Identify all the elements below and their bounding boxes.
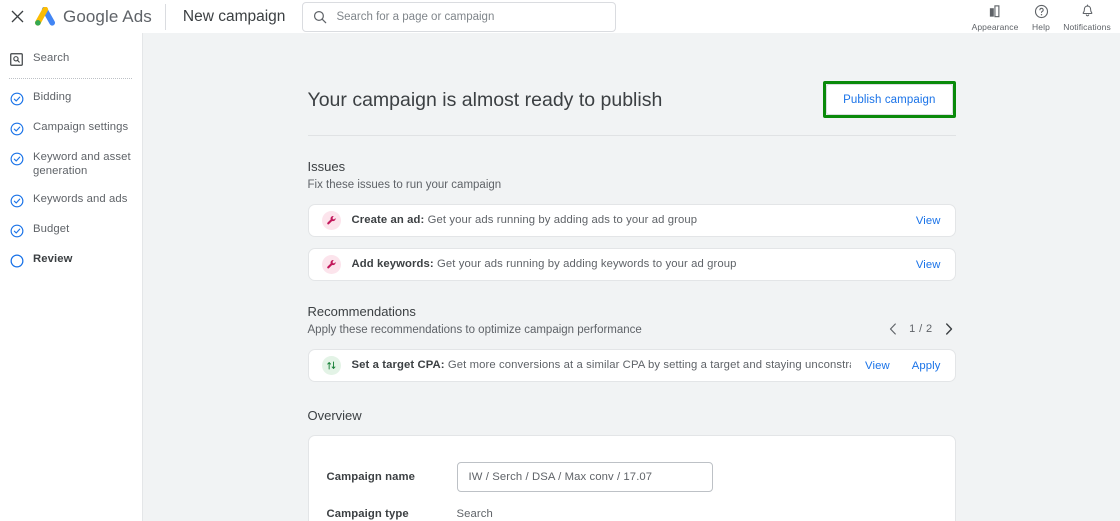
issue-title: Create an ad:: [351, 214, 425, 226]
brand-logo-group[interactable]: Google Ads: [34, 6, 165, 27]
issue-title: Add keywords:: [351, 258, 434, 270]
brand-name: Google Ads: [63, 6, 152, 26]
google-ads-logo-icon: [34, 6, 56, 27]
issue-description: Get your ads running by adding ads to yo…: [427, 214, 698, 226]
top-bar: Google Ads New campaign Appearance: [0, 0, 1120, 33]
sidebar-item-label: Keyword and asset generation: [33, 151, 131, 177]
close-button[interactable]: [0, 0, 34, 33]
issue-card-create-an-ad[interactable]: Create an ad: Get your ads running by ad…: [307, 204, 956, 237]
check-circle-icon: [9, 121, 24, 136]
recommendation-title: Set a target CPA:: [351, 358, 445, 371]
sidebar-item-budget[interactable]: Budget: [0, 215, 142, 245]
top-actions: Appearance Help Notifications: [972, 2, 1120, 32]
notifications-label: Notifications: [1063, 21, 1111, 32]
sidebar-item-bidding[interactable]: Bidding: [0, 83, 142, 113]
sidebar-item-keywords-and-ads[interactable]: Keywords and ads: [0, 185, 142, 215]
recommendations-pager: 1 / 2: [886, 321, 955, 338]
issue-view-link[interactable]: View: [916, 215, 941, 227]
recommendation-view-link[interactable]: View: [865, 360, 890, 372]
sidebar-item-search[interactable]: Search: [0, 44, 142, 74]
sidebar-item-label: Budget: [33, 223, 70, 235]
overview-row-campaign-name: Campaign name: [309, 454, 955, 499]
bell-icon: [1080, 3, 1095, 20]
issue-actions: View: [916, 259, 941, 271]
help-icon: [1034, 3, 1049, 20]
recommendations-header: Recommendations Apply these recommendati…: [308, 281, 956, 338]
issue-view-link[interactable]: View: [916, 259, 941, 271]
recommendations-title: Recommendations: [307, 304, 416, 319]
page-heading: Your campaign is almost ready to publish: [307, 88, 663, 111]
issue-text: Create an ad: Get your ads running by ad…: [352, 213, 902, 228]
issue-description: Get your ads running by adding keywords …: [437, 258, 737, 270]
overview-value: Search: [456, 508, 493, 520]
main-content: Your campaign is almost ready to publish…: [143, 33, 1120, 521]
recommendation-card-target-cpa[interactable]: Set a target CPA: Get more conversions a…: [307, 349, 956, 382]
search-box[interactable]: [302, 1, 617, 32]
wrench-icon: [321, 211, 341, 230]
check-circle-icon: [9, 193, 24, 208]
appearance-label: Appearance: [971, 21, 1019, 32]
issues-title: Issues: [307, 159, 346, 174]
overview-card: Campaign name Campaign type Search Objec…: [307, 435, 956, 521]
check-circle-icon: [9, 91, 24, 106]
help-button[interactable]: Help: [1018, 2, 1064, 32]
empty-circle-icon: [9, 253, 24, 268]
publish-campaign-highlight: Publish campaign: [823, 81, 956, 118]
overview-title: Overview: [307, 408, 362, 423]
sidebar-divider: [9, 78, 132, 79]
sidebar: Search Bidding Campaign settings Keyword…: [0, 33, 143, 521]
check-circle-icon: [9, 151, 24, 166]
pager-count: 1 / 2: [909, 323, 933, 335]
issue-actions: View: [916, 215, 941, 227]
chevron-left-icon[interactable]: [886, 321, 900, 337]
sidebar-item-review[interactable]: Review: [0, 245, 142, 275]
sidebar-item-keyword-and-asset-generation[interactable]: Keyword and asset generation: [0, 143, 142, 185]
sidebar-item-label: Search: [33, 52, 70, 64]
search-campaign-icon: [9, 52, 24, 67]
notifications-button[interactable]: Notifications: [1063, 2, 1111, 32]
recommendation-apply-link[interactable]: Apply: [912, 360, 941, 372]
issue-card-add-keywords[interactable]: Add keywords: Get your ads running by ad…: [307, 248, 956, 281]
trending-icon: [321, 356, 341, 375]
help-label: Help: [1032, 21, 1050, 32]
campaign-name-input[interactable]: [456, 461, 713, 492]
sidebar-item-label: Keywords and ads: [33, 193, 128, 205]
check-circle-icon: [9, 223, 24, 238]
overview-label: Campaign name: [326, 470, 416, 483]
sidebar-item-label: Bidding: [33, 91, 72, 103]
page-title: New campaign: [182, 7, 286, 25]
recommendation-actions: View Apply: [865, 360, 940, 372]
sidebar-item-label: Review: [33, 253, 73, 265]
issue-text: Add keywords: Get your ads running by ad…: [352, 257, 902, 272]
sidebar-item-campaign-settings[interactable]: Campaign settings: [0, 113, 142, 143]
recommendation-text: Set a target CPA: Get more conversions a…: [352, 358, 852, 374]
sidebar-item-label: Campaign settings: [33, 121, 129, 133]
search-icon: [313, 10, 327, 24]
search-input[interactable]: [336, 10, 606, 23]
appearance-button[interactable]: Appearance: [972, 2, 1018, 32]
content-column: Your campaign is almost ready to publish…: [307, 33, 956, 521]
publish-campaign-button[interactable]: Publish campaign: [826, 84, 953, 115]
overview-row-campaign-type: Campaign type Search: [309, 499, 955, 521]
close-icon: [11, 10, 24, 23]
page-layout: Search Bidding Campaign settings Keyword…: [0, 33, 1120, 521]
chevron-right-icon[interactable]: [942, 321, 956, 337]
recommendations-subtitle: Apply these recommendations to optimize …: [307, 324, 642, 336]
appearance-icon: [988, 3, 1003, 20]
recommendation-description: Get more conversions at a similar CPA by…: [447, 358, 851, 371]
wrench-icon: [321, 255, 341, 274]
issues-subtitle: Fix these issues to run your campaign: [307, 179, 502, 191]
header-row: Your campaign is almost ready to publish…: [307, 81, 956, 136]
overview-label: Campaign type: [326, 508, 409, 520]
